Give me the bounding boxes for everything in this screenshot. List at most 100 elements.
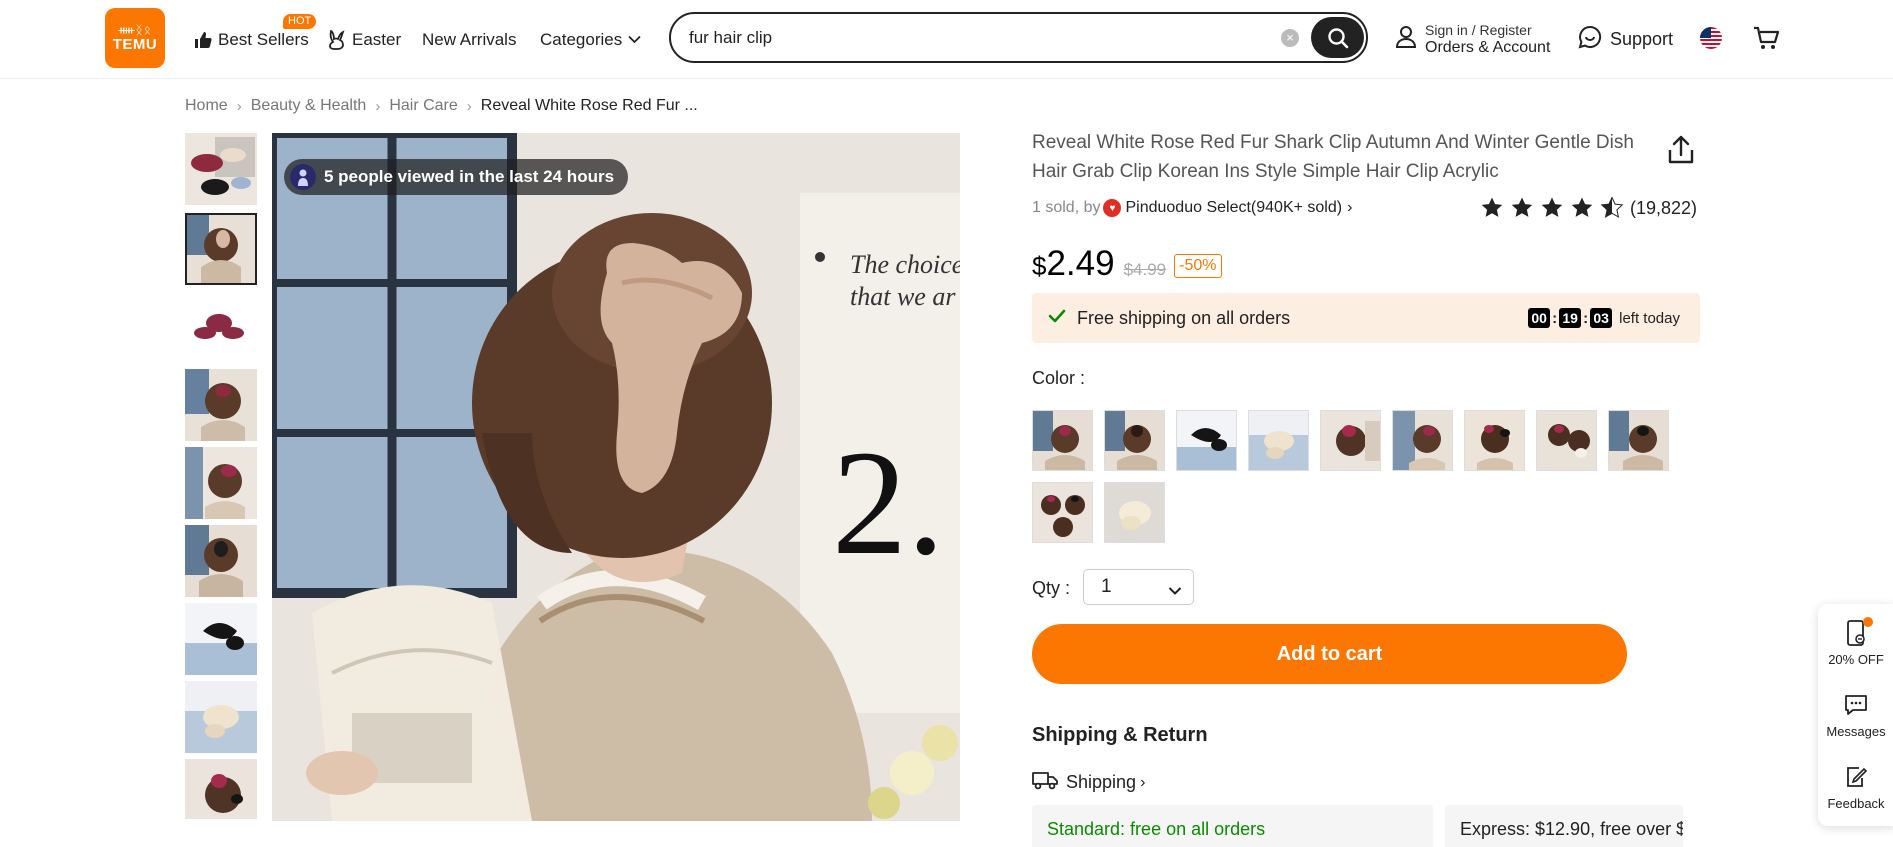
breadcrumb-home[interactable]: Home <box>185 97 228 115</box>
nav-easter-label: Easter <box>352 29 402 49</box>
chevron-right-icon: › <box>1347 199 1353 216</box>
message-icon <box>1818 690 1893 720</box>
free-shipping-text: Free shipping on all orders <box>1077 308 1291 328</box>
color-swatch[interactable] <box>1464 410 1525 471</box>
main-product-image[interactable]: The choice that we ar 2. 5 people viewed… <box>272 133 960 821</box>
color-swatch[interactable] <box>1104 410 1165 471</box>
color-swatch[interactable] <box>1104 482 1165 543</box>
temu-logo[interactable]: ᚔᛝᛟ TEMU <box>105 8 165 68</box>
product-thumbnail[interactable] <box>185 133 257 205</box>
product-thumbnail[interactable] <box>185 603 257 675</box>
qty-label: Qty : <box>1032 578 1071 598</box>
nav-best-sellers-label: Best Sellers <box>218 29 309 49</box>
color-swatch[interactable] <box>1032 482 1093 543</box>
original-price: $4.99 <box>1123 260 1167 279</box>
shipping-link-label: Shipping <box>1066 772 1137 792</box>
color-swatch[interactable] <box>1032 410 1093 471</box>
discount-badge: -50% <box>1174 254 1222 278</box>
coupon-phone-icon <box>1818 617 1893 648</box>
coupon-label: 20% OFF <box>1828 652 1884 667</box>
color-swatch[interactable] <box>1248 410 1309 471</box>
coupon-rail-item[interactable]: 20% OFF <box>1818 617 1893 667</box>
breadcrumb-current: Reveal White Rose Red Fur ... <box>480 97 698 114</box>
standard-shipping-option: Standard: free on all orders <box>1032 805 1433 847</box>
breadcrumb-hair-care[interactable]: Hair Care <box>389 97 457 115</box>
nav-new-arrivals-label: New Arrivals <box>422 29 517 49</box>
product-thumbnail[interactable] <box>185 369 257 441</box>
product-thumbnail[interactable] <box>185 447 257 519</box>
share-icon[interactable] <box>1666 134 1696 166</box>
star-rating <box>1480 196 1626 220</box>
bunny-icon <box>326 29 348 51</box>
product-title: Reveal White Rose Red Fur Shark Clip Aut… <box>1032 132 1634 182</box>
product-thumbnail[interactable] <box>185 759 257 819</box>
feedback-label: Feedback <box>1827 796 1885 811</box>
messages-rail-item[interactable]: Messages <box>1818 690 1893 739</box>
chevron-right-icon: › <box>375 97 381 115</box>
product-thumbnail[interactable] <box>185 681 257 753</box>
color-swatch[interactable] <box>1176 410 1237 471</box>
color-swatch[interactable] <box>1320 410 1381 471</box>
search-bar: × <box>669 12 1368 63</box>
user-icon <box>1395 25 1417 54</box>
color-swatch[interactable] <box>1392 410 1453 471</box>
viewers-badge: 5 people viewed in the last 24 hours <box>284 159 629 195</box>
product-thumbnail-selected[interactable] <box>185 213 257 285</box>
nav-easter[interactable]: Easter <box>326 0 401 79</box>
top-header: ᚔᛝᛟ TEMU Best Sellers HOT Easter New Arr… <box>0 0 1893 79</box>
hot-badge: HOT <box>283 14 317 29</box>
shipping-return-heading: Shipping & Return <box>1032 724 1208 746</box>
product-photo: The choice that we ar 2. <box>272 133 960 821</box>
nav-new-arrivals[interactable]: New Arrivals <box>422 0 516 79</box>
viewer-avatar-icon <box>290 164 316 190</box>
shipping-link[interactable]: Shipping › <box>1032 770 1145 795</box>
review-count: (19,822) <box>1630 197 1698 218</box>
color-swatch[interactable] <box>1536 410 1597 471</box>
product-thumbnail[interactable] <box>185 291 257 363</box>
left-today-text: left today <box>1619 309 1680 327</box>
quantity-select[interactable]: 1 <box>1083 569 1194 605</box>
nav-categories[interactable]: Categories <box>540 0 641 79</box>
nav-categories-label: Categories <box>540 29 623 49</box>
search-icon <box>1327 27 1348 48</box>
logo-text: TEMU <box>112 35 158 53</box>
side-rail: 20% OFF Messages Feedback <box>1818 604 1893 826</box>
seller-info: 1 sold, by ♥ Pinduoduo Select(940K+ sold… <box>1032 199 1352 217</box>
add-to-cart-button[interactable]: Add to cart <box>1032 624 1627 684</box>
current-price: $2.49 <box>1032 244 1115 283</box>
timer-hours: 00 <box>1528 308 1551 328</box>
nav-best-sellers[interactable]: Best Sellers HOT <box>192 0 317 79</box>
search-button[interactable] <box>1311 17 1364 58</box>
chevron-right-icon: › <box>1140 773 1146 791</box>
countdown-timer: 00 : 19 : 03 left today <box>1528 308 1680 328</box>
support-link[interactable]: Support <box>1578 20 1673 58</box>
thumbs-up-icon <box>192 29 214 51</box>
timer-seconds: 03 <box>1590 308 1613 328</box>
quantity-value: 1 <box>1101 576 1112 597</box>
account-menu[interactable]: Sign in / Register Orders & Account <box>1395 20 1550 58</box>
feedback-rail-item[interactable]: Feedback <box>1818 762 1893 811</box>
svg-text:The choice: The choice <box>850 250 960 279</box>
store-link[interactable]: Pinduoduo Select(940K+ sold) <box>1125 199 1342 217</box>
clear-search-icon[interactable]: × <box>1281 29 1299 47</box>
cart-icon[interactable] <box>1752 24 1780 52</box>
orders-account-link[interactable]: Orders & Account <box>1425 39 1550 56</box>
timer-minutes: 19 <box>1559 308 1582 328</box>
search-input[interactable] <box>689 25 1269 51</box>
color-swatch[interactable] <box>1608 410 1669 471</box>
us-flag-icon[interactable] <box>1700 27 1722 49</box>
chevron-down-icon <box>628 35 641 44</box>
breadcrumb-beauty-health[interactable]: Beauty & Health <box>251 97 367 115</box>
store-logo-icon: ♥ <box>1103 199 1122 217</box>
viewers-text: 5 people viewed in the last 24 hours <box>324 167 615 186</box>
price-row: $2.49 $4.99 -50% <box>1032 244 1222 284</box>
checkmark-icon <box>1048 308 1066 329</box>
product-thumbnail[interactable] <box>185 525 257 597</box>
logo-glyphs: ᚔᛝᛟ <box>118 22 152 37</box>
truck-icon <box>1032 770 1058 795</box>
sold-by-text: 1 sold, by <box>1032 199 1101 216</box>
chevron-down-icon <box>1168 580 1182 602</box>
breadcrumb: Home › Beauty & Health › Hair Care › Rev… <box>185 97 698 115</box>
rating-summary[interactable]: (19,822) <box>1480 196 1697 220</box>
sign-in-register-link[interactable]: Sign in / Register <box>1425 22 1550 39</box>
